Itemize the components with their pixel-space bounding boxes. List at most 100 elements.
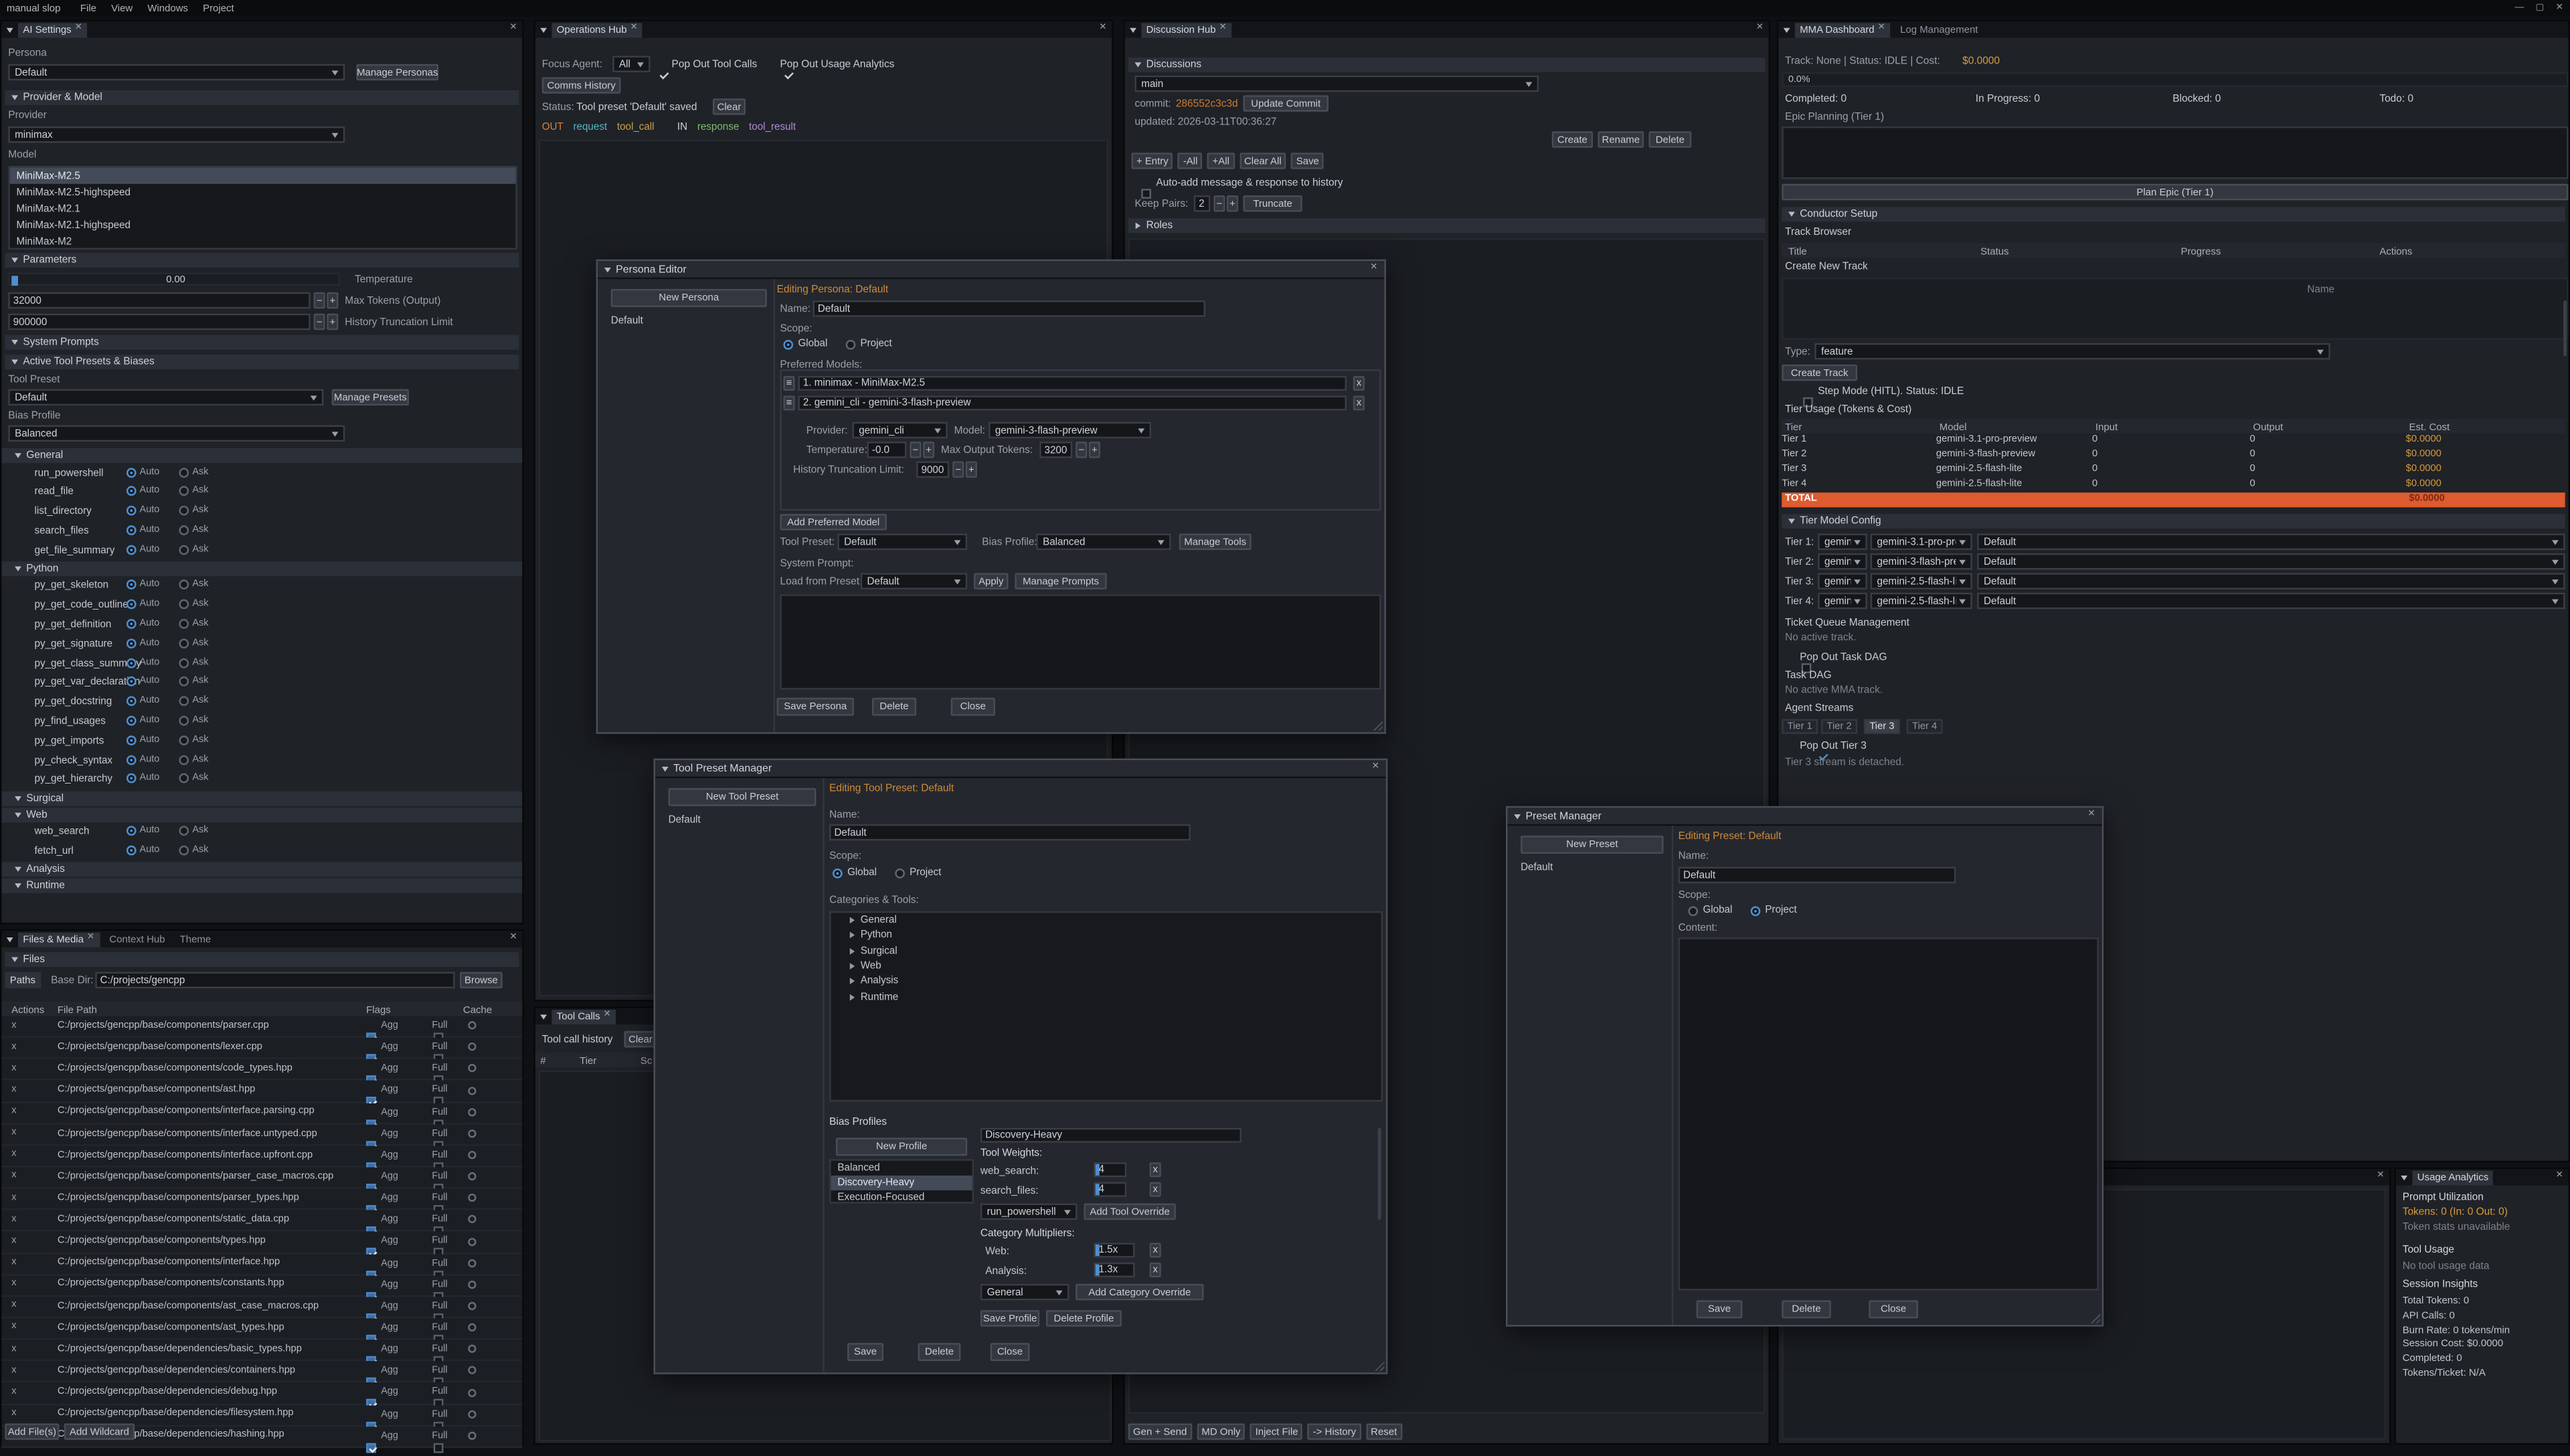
tab-discussion-hub[interactable]: Discussion Hub✕ — [1141, 22, 1231, 37]
tool-override-select[interactable]: run_powershell — [980, 1204, 1078, 1220]
radio-auto[interactable] — [126, 619, 137, 629]
tab-files-media[interactable]: Files & Media✕ — [18, 931, 100, 946]
category-tree-item[interactable]: General — [831, 913, 1381, 928]
close-icon[interactable]: ✕ — [2556, 3, 2564, 13]
add-tool-override-button[interactable]: Add Tool Override — [1084, 1204, 1175, 1220]
tab-ai-settings[interactable]: AI Settings✕ — [18, 22, 87, 37]
entry-button[interactable]: +All — [1207, 153, 1234, 169]
remove-file-button[interactable]: x — [11, 1085, 16, 1095]
stream-tab-tier4[interactable]: Tier 4 — [1907, 719, 1943, 734]
entry-button[interactable]: -All — [1178, 153, 1202, 169]
reorder-handle-icon[interactable]: ≡ — [783, 395, 794, 410]
radio-auto[interactable] — [126, 716, 137, 726]
manage-prompts-button[interactable]: Manage Prompts — [1015, 573, 1106, 589]
tool-weight-input[interactable] — [1094, 1182, 1126, 1197]
profile-list-item[interactable]: Execution-Focused — [831, 1190, 972, 1205]
remove-model-icon[interactable]: x — [1353, 376, 1365, 391]
persona-editor-titlebar[interactable]: Persona Editor ✕ — [598, 261, 1384, 279]
remove-file-button[interactable]: x — [11, 1063, 16, 1073]
remove-file-button[interactable]: x — [11, 1366, 16, 1376]
entry-button[interactable]: Clear All — [1239, 153, 1286, 169]
radio-ask[interactable] — [179, 467, 189, 477]
tool-preset-list-item[interactable]: Default — [662, 811, 829, 828]
tool-group-header[interactable]: Analysis — [1, 862, 522, 877]
truncate-button[interactable]: Truncate — [1243, 195, 1302, 212]
remove-file-button[interactable]: x — [11, 1107, 16, 1117]
browse-button[interactable]: Browse — [460, 972, 503, 989]
history-limit-input[interactable] — [916, 461, 949, 478]
reorder-handle-icon[interactable]: ≡ — [783, 376, 794, 391]
radio-auto[interactable] — [126, 638, 137, 648]
clear-status-button[interactable]: Clear — [713, 98, 746, 115]
rename-discussion-button[interactable]: Rename — [1598, 131, 1644, 148]
category-tree-item[interactable]: Surgical — [831, 943, 1381, 959]
manage-tools-button[interactable]: Manage Tools — [1179, 533, 1252, 550]
menu-item[interactable]: Windows — [147, 3, 188, 14]
dialog-close-icon[interactable]: ✕ — [1372, 763, 1380, 773]
persona-name-input[interactable] — [813, 300, 1205, 317]
temperature-input[interactable] — [867, 442, 907, 458]
category-tree-item[interactable]: Python — [831, 928, 1381, 943]
conductor-setup-header[interactable]: Conductor Setup — [1782, 207, 2565, 221]
pop-out-tier3-label[interactable]: Pop Out Tier 3 — [1800, 741, 1867, 752]
parameters-header[interactable]: Parameters — [5, 253, 519, 268]
tier-model-select[interactable]: gemini-2.5-flash-lite — [1871, 573, 1972, 589]
new-track-name-box[interactable]: Name — [1782, 278, 2568, 340]
remove-multiplier-icon[interactable]: x — [1150, 1243, 1161, 1257]
category-multiplier-input[interactable] — [1094, 1263, 1134, 1277]
discussion-action-button[interactable]: Reset — [1366, 1423, 1402, 1440]
radio-ask[interactable] — [179, 525, 189, 535]
resize-grip[interactable] — [2091, 1313, 2101, 1324]
radio-auto[interactable] — [126, 755, 137, 765]
radio-ask[interactable] — [179, 735, 189, 745]
radio-auto[interactable] — [126, 735, 137, 745]
persona-list-item[interactable]: Default — [604, 312, 780, 329]
radio-global[interactable] — [1688, 905, 1698, 915]
discussion-action-button[interactable]: -> History — [1308, 1423, 1361, 1440]
tab-close-icon[interactable]: ✕ — [75, 25, 83, 34]
create-track-button[interactable]: Create Track — [1782, 365, 1857, 381]
remove-weight-icon[interactable]: x — [1150, 1182, 1161, 1197]
expand-triangle-icon[interactable] — [850, 917, 855, 924]
radio-ask[interactable] — [179, 677, 189, 687]
manage-presets-button[interactable]: Manage Presets — [332, 389, 409, 406]
pop-out-usage-analytics-label[interactable]: Pop Out Usage Analytics — [780, 59, 894, 70]
radio-ask[interactable] — [179, 506, 189, 516]
system-prompts-header[interactable]: System Prompts — [5, 335, 519, 350]
entry-button[interactable]: Save — [1291, 153, 1324, 169]
temperature-plus-button[interactable]: + — [923, 442, 934, 458]
new-persona-button[interactable]: New Persona — [611, 289, 767, 307]
panel-close-icon[interactable]: ✕ — [1756, 25, 1764, 34]
radio-ask[interactable] — [179, 697, 189, 707]
bias-profile-select[interactable]: Balanced — [1036, 533, 1171, 550]
remove-file-button[interactable]: x — [11, 1236, 16, 1246]
temperature-minus-button[interactable]: − — [910, 442, 921, 458]
max-output-plus-button[interactable]: + — [1089, 442, 1100, 458]
system-prompt-textarea[interactable] — [780, 594, 1381, 689]
clear-tool-calls-button[interactable]: Clear — [624, 1031, 657, 1048]
tool-group-header[interactable]: Python — [1, 561, 522, 576]
preset-name-input[interactable] — [1679, 867, 1956, 884]
expand-triangle-icon[interactable] — [850, 947, 855, 954]
agg-checkbox[interactable] — [366, 1443, 376, 1453]
remove-file-button[interactable]: x — [11, 1322, 16, 1332]
category-tree-item[interactable]: Web — [831, 959, 1381, 974]
panel-close-icon[interactable]: ✕ — [2556, 1172, 2564, 1182]
radio-auto[interactable] — [126, 580, 137, 590]
close-dialog-button[interactable]: Close — [951, 698, 995, 716]
tab-close-icon[interactable]: ✕ — [604, 1012, 612, 1021]
tier-model-config-header[interactable]: Tier Model Config — [1782, 514, 2565, 529]
paths-subtab[interactable]: Paths — [5, 972, 40, 989]
scrollbar-thumb[interactable] — [2563, 300, 2567, 356]
persona-select[interactable]: Default — [8, 64, 345, 81]
remove-file-button[interactable]: x — [11, 1279, 16, 1289]
remove-file-button[interactable]: x — [11, 1258, 16, 1268]
epic-planning-textarea[interactable] — [1782, 126, 2568, 179]
model-list-item[interactable]: MiniMax-M2.5-highspeed — [10, 184, 516, 201]
tier-model-select[interactable]: gemini-3.1-pro-preview — [1871, 533, 1972, 550]
history-minus-button[interactable]: − — [952, 461, 964, 478]
delete-discussion-button[interactable]: Delete — [1648, 131, 1691, 148]
tab-close-icon[interactable]: ✕ — [1878, 25, 1886, 34]
tab-close-icon[interactable]: ✕ — [87, 935, 95, 944]
model-list-item[interactable]: MiniMax-M2.1 — [10, 200, 516, 217]
